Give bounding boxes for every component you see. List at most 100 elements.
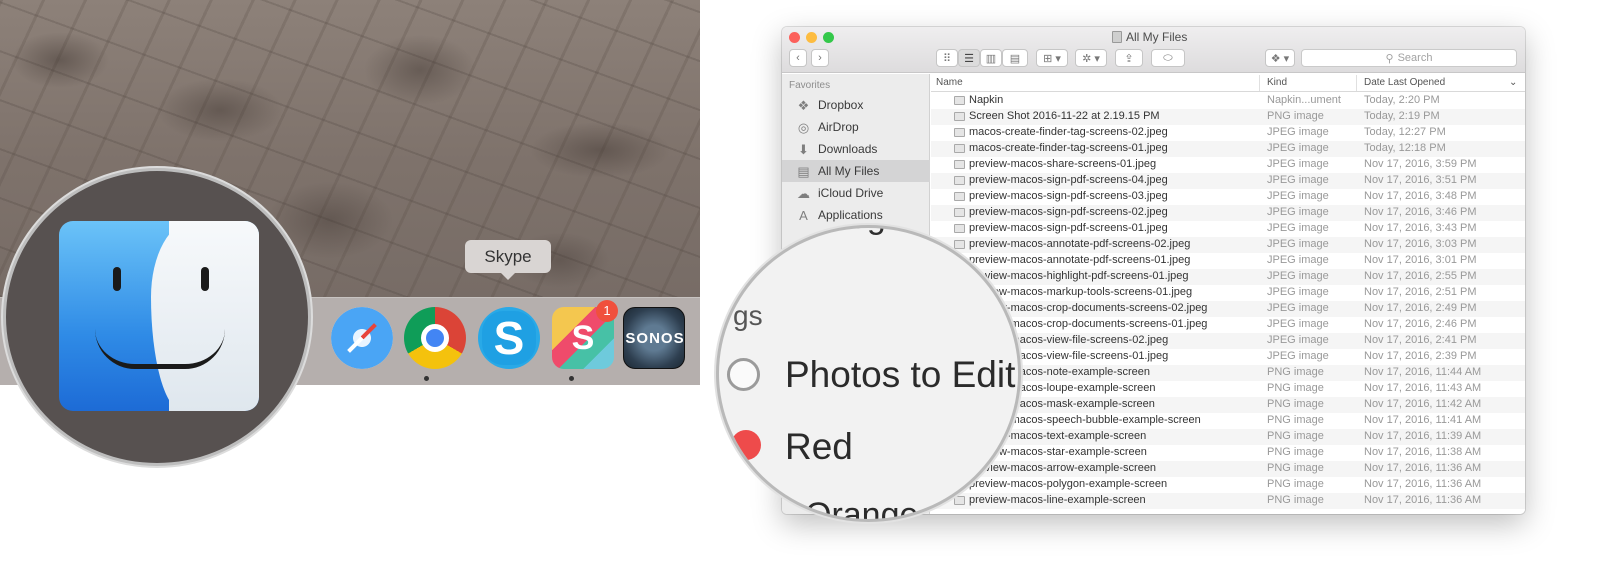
file-kind: PNG image: [1267, 382, 1324, 394]
icon-view-button[interactable]: ⠿: [936, 49, 958, 67]
column-view-button[interactable]: ▥: [980, 49, 1002, 67]
finder-icon[interactable]: [59, 221, 259, 411]
dock-skype-icon[interactable]: S: [478, 307, 540, 369]
table-row[interactable]: preview-macos-arrow-example-screen PNG im…: [931, 461, 1525, 477]
dock-sonos-icon[interactable]: SONOS: [623, 307, 685, 369]
file-kind: JPEG image: [1267, 222, 1329, 234]
table-row[interactable]: preview-macos-highlight-pdf-screens-01.j…: [931, 269, 1525, 285]
file-name: preview-macos-annotate-pdf-screens-02.jp…: [969, 238, 1191, 250]
table-row[interactable]: preview-macos-markup-tools-screens-01.jp…: [931, 285, 1525, 301]
file-kind: JPEG image: [1267, 254, 1329, 266]
file-date: Nov 17, 2016, 3:01 PM: [1364, 254, 1477, 266]
file-kind: PNG image: [1267, 446, 1324, 458]
window-titlebar: All My Files ‹ › ⠿ ☰ ▥ ▤ ⊞ ▾ ✲ ▾ ⇪ ⬭ ❖ ▾…: [782, 27, 1525, 73]
sidebar-item-downloads[interactable]: ⬇ Downloads: [782, 138, 930, 160]
file-thumbnail-icon: [954, 160, 965, 169]
file-date: Nov 17, 2016, 11:42 AM: [1364, 398, 1482, 410]
zoom-button[interactable]: [823, 32, 834, 43]
dock-safari-icon[interactable]: [331, 307, 393, 369]
dropbox-icon: ❖: [797, 97, 810, 113]
finder-smile: [95, 329, 225, 369]
table-row[interactable]: Napkin Napkin...ument Today, 2:20 PM: [931, 93, 1525, 109]
table-row[interactable]: preview-macos-share-screens-01.jpeg JPEG …: [931, 157, 1525, 173]
file-date: Nov 17, 2016, 11:44 AM: [1364, 366, 1482, 378]
list-view-button[interactable]: ☰: [958, 49, 980, 67]
table-row[interactable]: preview-macos-line-example-screen PNG ima…: [931, 493, 1525, 509]
file-date: Nov 17, 2016, 3:51 PM: [1364, 174, 1477, 186]
table-row[interactable]: preview-macos-annotate-pdf-screens-01.jp…: [931, 253, 1525, 269]
file-thumbnail-icon: [954, 176, 965, 185]
cover-flow-button[interactable]: ▤: [1002, 49, 1028, 67]
share-button[interactable]: ⇪: [1115, 49, 1143, 67]
file-thumbnail-icon: [954, 144, 965, 153]
file-kind: JPEG image: [1267, 206, 1329, 218]
table-row[interactable]: preview-macos-sign-pdf-screens-03.jpeg JP…: [931, 189, 1525, 205]
file-name: macos-create-finder-tag-screens-02.jpeg: [969, 126, 1168, 138]
table-row[interactable]: preview-macos-sign-pdf-screens-01.jpeg JP…: [931, 221, 1525, 237]
table-row[interactable]: preview-macos-star-example-screen PNG ima…: [931, 445, 1525, 461]
table-row[interactable]: preview-macos-sign-pdf-screens-02.jpeg JP…: [931, 205, 1525, 221]
file-date: Nov 17, 2016, 11:43 AM: [1364, 382, 1482, 394]
minimize-button[interactable]: [806, 32, 817, 43]
window-title-text: All My Files: [1126, 30, 1188, 44]
file-date: Today, 12:27 PM: [1364, 126, 1446, 138]
file-date: Nov 17, 2016, 2:55 PM: [1364, 270, 1477, 282]
forward-button[interactable]: ›: [811, 49, 829, 67]
sidebar-item-applications[interactable]: A Applications: [782, 204, 930, 226]
table-row[interactable]: preview-macos-view-file-screens-02.jpeg J…: [931, 333, 1525, 349]
sidebar-item-label: iCloud Drive: [818, 186, 884, 200]
action-gear-button[interactable]: ✲ ▾: [1075, 49, 1107, 67]
arrange-button[interactable]: ⊞ ▾: [1036, 49, 1068, 67]
tags-button[interactable]: ⬭: [1151, 49, 1185, 67]
table-row[interactable]: preview-macos-speech-bubble-example-scre…: [931, 413, 1525, 429]
table-row[interactable]: macos-create-finder-tag-screens-01.jpeg J…: [931, 141, 1525, 157]
file-date: Nov 17, 2016, 2:49 PM: [1364, 302, 1477, 314]
dropbox-button[interactable]: ❖ ▾: [1265, 49, 1295, 67]
file-date: Nov 17, 2016, 11:39 AM: [1364, 430, 1482, 442]
tag-red[interactable]: Red: [785, 426, 853, 468]
file-kind: JPEG image: [1267, 126, 1329, 138]
column-divider[interactable]: [1356, 75, 1357, 91]
airdrop-icon: ◎: [797, 119, 810, 135]
table-row[interactable]: preview-macos-crop-documents-screens-02.…: [931, 301, 1525, 317]
column-header-date[interactable]: Date Last Opened: [1364, 77, 1445, 88]
folder-icon: [1112, 31, 1122, 43]
dock-chrome-icon[interactable]: [404, 307, 466, 369]
sidebar-item-icloud-drive[interactable]: ☁ iCloud Drive: [782, 182, 930, 204]
table-row[interactable]: Screen Shot 2016-11-22 at 2.19.15 PM PNG …: [931, 109, 1525, 125]
table-row[interactable]: preview-macos-sign-pdf-screens-04.jpeg JP…: [931, 173, 1525, 189]
window-title: All My Files: [1112, 29, 1232, 45]
running-indicator: [569, 376, 574, 381]
file-kind: JPEG image: [1267, 302, 1329, 314]
table-row[interactable]: preview-macos-crop-documents-screens-01.…: [931, 317, 1525, 333]
table-row[interactable]: preview-macos-polygon-example-screen PNG …: [931, 477, 1525, 493]
tag-color-dot-icon: [727, 358, 760, 391]
sidebar-item-airdrop[interactable]: ◎ AirDrop: [782, 116, 930, 138]
close-button[interactable]: [789, 32, 800, 43]
file-kind: JPEG image: [1267, 350, 1329, 362]
table-row[interactable]: macos-create-finder-tag-screens-02.jpeg J…: [931, 125, 1525, 141]
file-date: Nov 17, 2016, 11:36 AM: [1364, 478, 1482, 490]
file-name: macos-create-finder-tag-screens-01.jpeg: [969, 142, 1168, 154]
sidebar-item-dropbox[interactable]: ❖ Dropbox: [782, 94, 930, 116]
file-kind: JPEG image: [1267, 158, 1329, 170]
file-kind: PNG image: [1267, 110, 1324, 122]
finder-magnifier: [3, 168, 311, 466]
table-row[interactable]: preview-macos-mask-example-screen PNG ima…: [931, 397, 1525, 413]
sidebar-item-all-my-files[interactable]: ▤ All My Files: [782, 160, 930, 182]
file-kind: PNG image: [1267, 478, 1324, 490]
column-header-row: Name Kind Date Last Opened ⌄: [931, 74, 1525, 92]
column-divider[interactable]: [1259, 75, 1260, 91]
column-header-name[interactable]: Name: [936, 77, 963, 88]
file-thumbnail-icon: [954, 240, 965, 249]
search-input[interactable]: ⚲ Search: [1301, 49, 1517, 67]
back-button[interactable]: ‹: [789, 49, 807, 67]
tag-photos-to-edit[interactable]: Photos to Edit: [785, 354, 1015, 396]
tags-section-heading: gs: [733, 300, 763, 331]
tag-orange[interactable]: Orange: [805, 496, 918, 519]
column-header-kind[interactable]: Kind: [1267, 77, 1287, 88]
table-row[interactable]: preview-macos-annotate-pdf-screens-02.jp…: [931, 237, 1525, 253]
table-row[interactable]: preview-macos-text-example-screen PNG ima…: [931, 429, 1525, 445]
file-kind: PNG image: [1267, 462, 1324, 474]
chrome-center-icon: [421, 324, 449, 352]
